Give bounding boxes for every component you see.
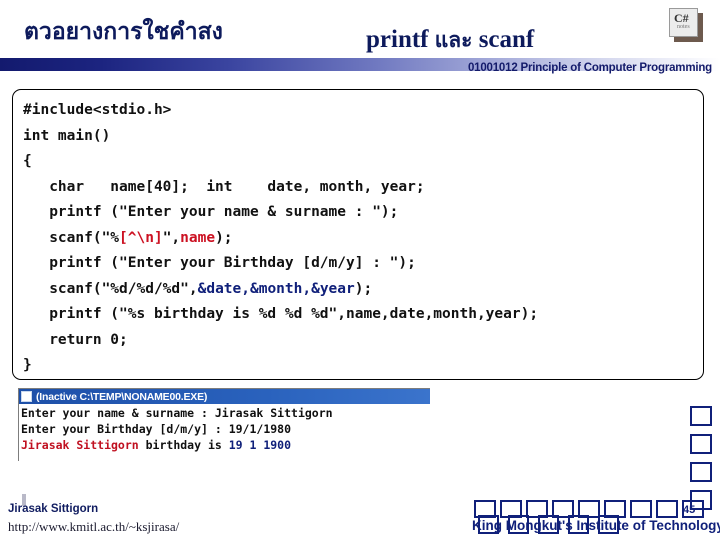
code-token: scanf("%d/%d/%d", — [23, 280, 198, 297]
slide-header: ตวอยางการใชคำสง printf และ scanf C# note… — [0, 0, 720, 58]
notebook-icon: C# notes — [669, 8, 705, 44]
code-panel: #include<stdio.h> int main() { char name[4… — [12, 89, 704, 380]
course-code-title: 01001012 Principle of Computer Programmi… — [467, 62, 712, 74]
code-token: &date,&month,&year — [197, 280, 355, 297]
console-token: 19 1 1900 — [228, 438, 292, 452]
source-code-block: #include<stdio.h> int main() { char name[4… — [23, 98, 538, 379]
console-token: birthday is — [138, 438, 229, 452]
console-token: Enter your Birthday [d/m/y] : 19/1/1980 — [21, 422, 292, 436]
code-line: printf ("%s birthday is %d %d %d",name,d… — [23, 302, 538, 328]
footer-author: Jirasak Sittigorn — [8, 503, 99, 515]
code-token: scanf("% — [23, 229, 120, 246]
code-line: scanf("%[^\n]",name); — [23, 226, 538, 252]
console-line: Enter your name & surname : Jirasak Sitt… — [21, 405, 430, 421]
code-token: [^\n] — [119, 229, 163, 246]
code-token: ); — [215, 229, 233, 246]
code-token: #include<stdio.h> — [23, 102, 172, 118]
code-token: char name[40]; int date, month, year; — [23, 178, 425, 195]
code-line: scanf("%d/%d/%d",&date,&month,&year); — [23, 277, 538, 303]
code-token: printf ("%s birthday is %d %d %d",name,d… — [23, 306, 539, 322]
code-line: { — [23, 149, 538, 175]
topic-printf: printf — [366, 26, 435, 53]
missing-glyph-box — [690, 406, 712, 426]
code-line: } — [23, 353, 538, 379]
code-token: int main() — [23, 127, 111, 144]
window-system-menu-icon[interactable] — [21, 391, 32, 402]
console-titlebar[interactable]: (Inactive C:\TEMP\NONAME00.EXE) — [19, 389, 430, 404]
code-token: } — [23, 357, 32, 373]
code-token: name — [180, 229, 216, 246]
console-token: Enter your name & surname : Jirasak Sitt… — [21, 406, 333, 420]
missing-glyph-box — [690, 434, 712, 454]
code-line: #include<stdio.h> — [23, 98, 538, 124]
code-token: ", — [162, 229, 181, 246]
page-title-thai: ตวอยางการใชคำสง — [24, 19, 223, 45]
code-line: char name[40]; int date, month, year; — [23, 175, 538, 201]
console-line: Jirasak Sittigorn birthday is 19 1 1900 — [21, 437, 430, 453]
topic-conjunction-thai: และ — [434, 28, 473, 52]
code-token: printf ("Enter your name & surname : "); — [23, 204, 399, 220]
missing-glyph-box — [690, 462, 712, 482]
code-token: printf ("Enter your Birthday [d/m/y] : "… — [23, 255, 416, 271]
console-output: Enter your name & surname : Jirasak Sitt… — [19, 404, 430, 453]
footer-url[interactable]: http://www.kmitl.ac.th/~ksjirasa/ — [8, 519, 179, 535]
topic-scanf: scanf — [472, 26, 535, 53]
page-title-topic: printf และ scanf — [366, 24, 534, 57]
console-window[interactable]: (Inactive C:\TEMP\NONAME00.EXE) Enter yo… — [18, 388, 430, 461]
page-number: 45 — [683, 504, 696, 516]
code-line: printf ("Enter your Birthday [d/m/y] : "… — [23, 251, 538, 277]
code-token: return 0; — [23, 331, 128, 348]
code-line: return 0; — [23, 328, 538, 354]
console-line: Enter your Birthday [d/m/y] : 19/1/1980 — [21, 421, 430, 437]
code-line: int main() — [23, 124, 538, 150]
code-token: { — [23, 153, 32, 169]
footer-institute: King Mongkut's Institute of Technology — [472, 518, 720, 533]
code-line: printf ("Enter your name & surname : "); — [23, 200, 538, 226]
code-token: ); — [354, 280, 373, 297]
console-token: Jirasak Sittigorn — [21, 438, 139, 452]
missing-glyph-box — [656, 500, 678, 518]
notebook-icon-sublabel: notes — [677, 24, 690, 30]
console-window-title: (Inactive C:\TEMP\NONAME00.EXE) — [36, 390, 208, 403]
